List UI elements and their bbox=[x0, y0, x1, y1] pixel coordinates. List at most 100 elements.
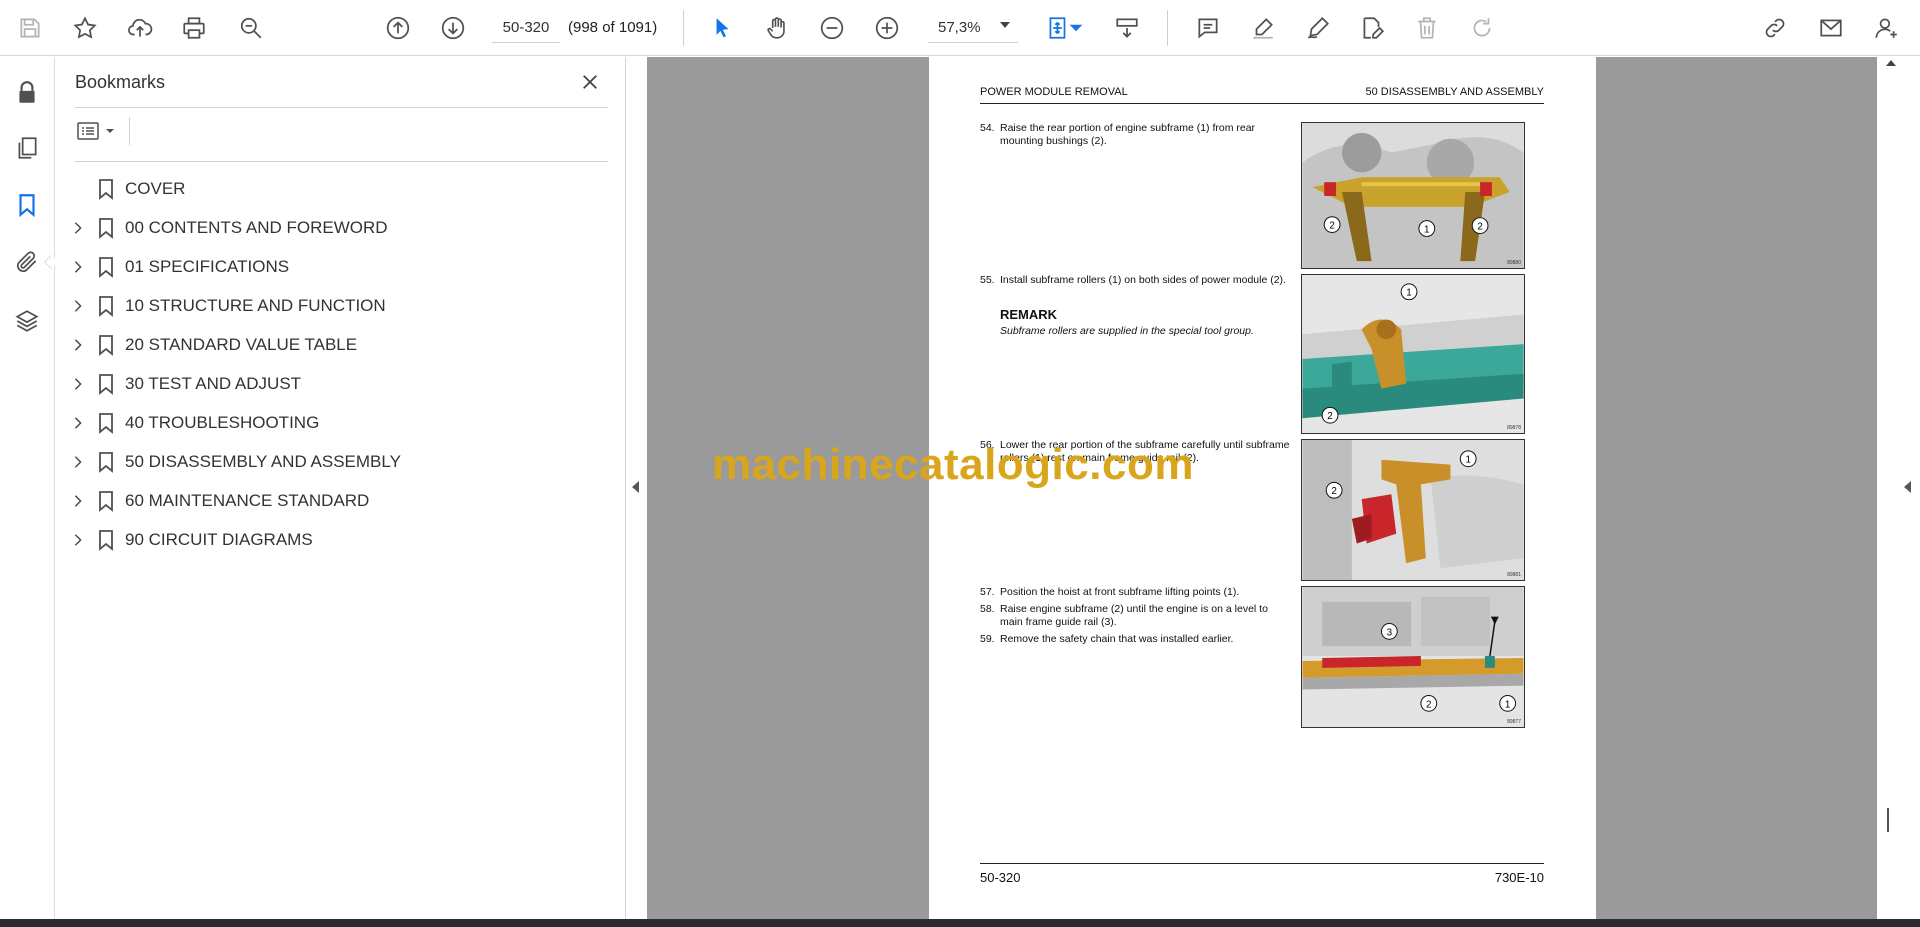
page-header-right: 50 DISASSEMBLY AND ASSEMBLY bbox=[1365, 86, 1544, 98]
chevron-right-icon[interactable] bbox=[70, 532, 86, 548]
chevron-right-icon[interactable] bbox=[70, 376, 86, 392]
bookmark-item[interactable]: 60 MAINTENANCE STANDARD bbox=[56, 481, 626, 520]
email-icon[interactable] bbox=[1813, 10, 1849, 46]
step-number: 55. bbox=[980, 274, 995, 286]
zoom-in-icon[interactable] bbox=[869, 10, 905, 46]
figure-hoist-points: 3 2 1 89877 bbox=[1301, 586, 1525, 728]
bookmark-icon bbox=[96, 178, 116, 200]
bookmark-item[interactable]: 20 STANDARD VALUE TABLE bbox=[56, 325, 626, 364]
header-rule bbox=[980, 103, 1544, 104]
watermark-text: machinecatalogic.com bbox=[712, 440, 1194, 489]
bookmark-icon bbox=[96, 451, 116, 473]
step-text: Remove the safety chain that was install… bbox=[1000, 633, 1234, 645]
figure-subframe-raise: 2 1 2 89880 bbox=[1301, 122, 1525, 269]
zoom-dropdown-icon[interactable] bbox=[1000, 22, 1010, 28]
fit-dropdown-icon[interactable] bbox=[1068, 10, 1084, 46]
share-link-icon[interactable] bbox=[1757, 10, 1793, 46]
upload-cloud-icon[interactable] bbox=[122, 10, 158, 46]
zoom-level-value: 57,3% bbox=[938, 19, 981, 36]
zoom-out-icon[interactable] bbox=[814, 10, 850, 46]
right-side-bar bbox=[1877, 57, 1920, 919]
sign-icon[interactable] bbox=[1300, 10, 1336, 46]
scroll-mode-icon[interactable] bbox=[1109, 10, 1145, 46]
chevron-right-icon[interactable] bbox=[70, 259, 86, 275]
star-icon[interactable] bbox=[67, 10, 103, 46]
bookmark-item[interactable]: 01 SPECIFICATIONS bbox=[56, 247, 626, 286]
step-number: 57. bbox=[980, 586, 995, 598]
page-number-input[interactable] bbox=[492, 13, 560, 43]
zoom-level-field[interactable]: 57,3% bbox=[928, 13, 1018, 43]
remark-title: REMARK bbox=[1000, 307, 1058, 322]
account-icon[interactable] bbox=[1868, 10, 1904, 46]
hand-tool-icon[interactable] bbox=[759, 10, 795, 46]
bookmark-icon[interactable] bbox=[9, 187, 45, 223]
divider bbox=[129, 117, 130, 145]
redo-icon[interactable] bbox=[1464, 10, 1500, 46]
print-icon[interactable] bbox=[176, 10, 212, 46]
bookmark-icon bbox=[96, 295, 116, 317]
bookmark-item[interactable]: 30 TEST AND ADJUST bbox=[56, 364, 626, 403]
callout-label: 2 bbox=[1477, 222, 1482, 233]
bookmark-item[interactable]: 10 STRUCTURE AND FUNCTION bbox=[56, 286, 626, 325]
find-zoom-icon[interactable] bbox=[233, 10, 269, 46]
next-page-icon[interactable] bbox=[435, 10, 471, 46]
bookmark-item[interactable]: 50 DISASSEMBLY AND ASSEMBLY bbox=[56, 442, 626, 481]
toolbar-divider bbox=[1167, 10, 1168, 46]
close-icon[interactable] bbox=[575, 67, 605, 97]
save-icon[interactable] bbox=[12, 10, 48, 46]
collapse-panel-icon[interactable] bbox=[632, 481, 639, 493]
footer-rule bbox=[980, 863, 1544, 864]
chevron-right-icon[interactable] bbox=[70, 220, 86, 236]
figure-lower-subframe: 1 2 89881 bbox=[1301, 439, 1525, 581]
step-text: Raise engine subframe (2) until the engi… bbox=[1000, 603, 1268, 628]
lock-icon[interactable] bbox=[9, 75, 45, 111]
step-text: Raise the rear portion of engine subfram… bbox=[1000, 122, 1256, 147]
chevron-right-icon[interactable] bbox=[70, 493, 86, 509]
chevron-right-icon[interactable] bbox=[70, 415, 86, 431]
callout-label: 2 bbox=[1329, 221, 1334, 232]
divider bbox=[75, 107, 608, 108]
bookmark-icon bbox=[96, 373, 116, 395]
page-header-left: POWER MODULE REMOVAL bbox=[980, 86, 1128, 98]
bookmark-item[interactable]: COVER bbox=[56, 169, 626, 208]
callouts: 1 2 bbox=[1325, 450, 1477, 499]
layers-icon[interactable] bbox=[9, 303, 45, 339]
callout-label: 1 bbox=[1505, 699, 1510, 710]
highlight-icon[interactable] bbox=[1245, 10, 1281, 46]
main-toolbar: (998 of 1091) 57,3% bbox=[0, 0, 1920, 56]
expand-right-panel-icon[interactable] bbox=[1904, 481, 1911, 493]
page-thumbnails-icon[interactable] bbox=[9, 130, 45, 166]
bookmark-icon bbox=[96, 412, 116, 434]
scrollbar-thumb[interactable] bbox=[1887, 808, 1889, 832]
bookmark-item[interactable]: 40 TROUBLESHOOTING bbox=[56, 403, 626, 442]
remark-text: Subframe rollers are supplied in the spe… bbox=[1000, 325, 1254, 337]
bookmark-icon bbox=[96, 529, 116, 551]
bookmark-options-button[interactable] bbox=[76, 115, 122, 147]
scroll-up-icon[interactable] bbox=[1886, 60, 1896, 66]
figure-code: 89881 bbox=[1507, 572, 1521, 578]
bookmark-icon bbox=[96, 490, 116, 512]
bookmark-label: 30 TEST AND ADJUST bbox=[125, 374, 302, 393]
figure-code: 89877 bbox=[1507, 719, 1521, 725]
edit-document-icon[interactable] bbox=[1354, 10, 1390, 46]
callout-label: 2 bbox=[1331, 486, 1336, 497]
bookmark-list: COVER 00 CONTENTS AND FOREWORD 01 SPECIF… bbox=[56, 169, 626, 559]
delete-icon[interactable] bbox=[1409, 10, 1445, 46]
step-number: 59. bbox=[980, 633, 995, 645]
bookmark-label: 90 CIRCUIT DIAGRAMS bbox=[125, 530, 313, 549]
select-cursor-icon[interactable] bbox=[704, 10, 740, 46]
bookmarks-title: Bookmarks bbox=[75, 72, 166, 92]
chevron-right-icon[interactable] bbox=[70, 454, 86, 470]
comment-icon[interactable] bbox=[1190, 10, 1226, 46]
bookmark-item[interactable]: 90 CIRCUIT DIAGRAMS bbox=[56, 520, 626, 559]
divider bbox=[75, 161, 608, 162]
left-tool-rail bbox=[0, 57, 59, 919]
attachments-icon[interactable] bbox=[9, 244, 45, 280]
bookmark-item[interactable]: 00 CONTENTS AND FOREWORD bbox=[56, 208, 626, 247]
callout-label: 2 bbox=[1327, 411, 1332, 422]
chevron-right-icon[interactable] bbox=[70, 337, 86, 353]
callouts: 1 2 bbox=[1321, 283, 1418, 424]
bookmark-label: 10 STRUCTURE AND FUNCTION bbox=[125, 296, 386, 315]
previous-page-icon[interactable] bbox=[380, 10, 416, 46]
chevron-right-icon[interactable] bbox=[70, 298, 86, 314]
